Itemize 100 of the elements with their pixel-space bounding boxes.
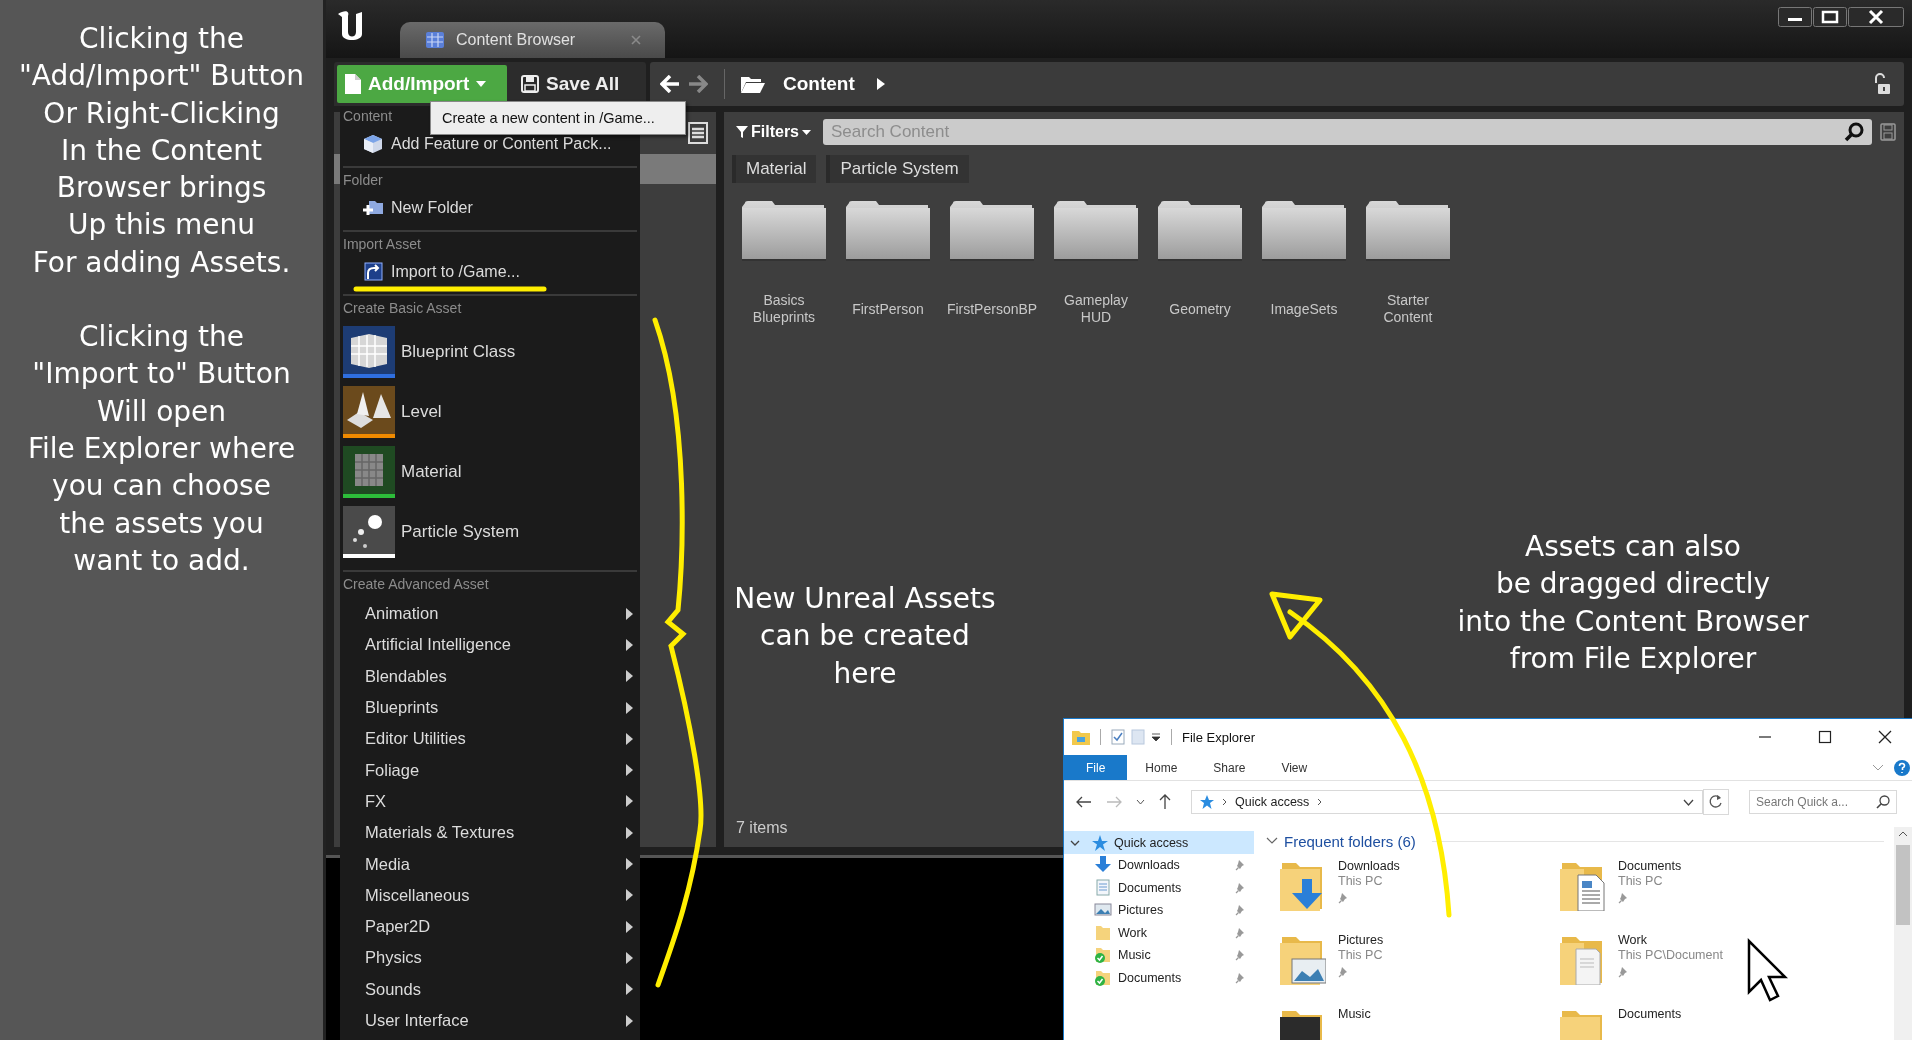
chevron-right-icon: [626, 638, 633, 651]
ribbon-tab[interactable]: Share: [1195, 755, 1264, 780]
scrollbar-thumb[interactable]: [1896, 845, 1910, 925]
filters-button[interactable]: Filters: [732, 123, 815, 141]
menu-item[interactable]: Blueprint Class: [343, 322, 637, 382]
nav-item[interactable]: Documents: [1064, 876, 1254, 899]
nav-item[interactable]: Quick access: [1064, 831, 1254, 854]
menu-section-header: Create Basic Asset: [343, 299, 462, 318]
menu-item[interactable]: Animation: [343, 598, 637, 630]
search-icon[interactable]: [1876, 795, 1890, 809]
folder-name[interactable]: Pictures: [1338, 933, 1384, 947]
chevron-down-icon[interactable]: [1136, 799, 1145, 805]
properties-icon[interactable]: [1111, 729, 1125, 745]
menu-item[interactable]: Materials & Textures: [343, 817, 637, 849]
nav-item[interactable]: Music: [1064, 944, 1254, 967]
folder-name[interactable]: Music: [1338, 1007, 1371, 1021]
menu-item[interactable]: Miscellaneous: [343, 879, 637, 911]
folder-name: Starter Content: [1383, 291, 1433, 327]
chevron-right-icon: [626, 858, 633, 870]
search-field[interactable]: Search Quick a...: [1749, 790, 1897, 814]
menu-section-header: Content: [343, 107, 393, 126]
chevron-right-icon[interactable]: [876, 78, 885, 90]
chevron-down-icon[interactable]: [1872, 763, 1884, 772]
download-icon: [1094, 856, 1112, 875]
menu-item[interactable]: Level: [343, 382, 637, 442]
save-all-button[interactable]: Save All: [515, 65, 626, 103]
chevron-right-icon: [626, 920, 633, 933]
menu-item[interactable]: Media: [343, 848, 637, 880]
breadcrumb[interactable]: Content: [783, 73, 855, 95]
menu-item[interactable]: Sounds: [343, 973, 637, 1005]
star-icon: [1092, 834, 1108, 851]
menu-item[interactable]: Editor Utilities: [343, 723, 637, 755]
folder-icon[interactable]: [1262, 201, 1346, 261]
refresh-icon[interactable]: [1703, 789, 1729, 815]
menu-item[interactable]: Paper2D: [343, 910, 637, 943]
menu-item[interactable]: Import to /Game...: [343, 258, 637, 286]
menu-item[interactable]: Foliage: [343, 754, 637, 786]
nav-item[interactable]: Pictures: [1064, 899, 1254, 922]
nav-item[interactable]: Work: [1064, 921, 1254, 944]
menu-item[interactable]: User Interface: [343, 1004, 637, 1037]
save-icon: [521, 75, 539, 93]
annotation-text: Assets can also be dragged directly into the Content Browser from File Explorer: [1457, 529, 1809, 677]
tooltip: Create a new content in /Game...: [430, 101, 686, 135]
filter-tag[interactable]: Material: [732, 155, 817, 183]
help-icon[interactable]: [1894, 759, 1910, 776]
menu-item[interactable]: Material: [343, 442, 637, 502]
maximize-icon[interactable]: [1813, 7, 1847, 27]
blueprint-icon: [343, 326, 395, 374]
folder-name[interactable]: Work: [1618, 933, 1723, 947]
list-view-icon[interactable]: [688, 122, 708, 144]
folder-icon[interactable]: [950, 201, 1034, 261]
folder-name: Gameplay HUD: [1064, 291, 1128, 327]
back-arrow-icon[interactable]: [1076, 796, 1092, 808]
folder-name: FirstPerson: [852, 299, 924, 319]
folder-name[interactable]: Downloads: [1338, 859, 1400, 873]
menu-item[interactable]: Blueprints: [343, 691, 637, 724]
address-bar[interactable]: Quick access: [1191, 790, 1703, 814]
scroll-up-icon[interactable]: [1898, 831, 1908, 837]
search-icon[interactable]: [1844, 122, 1864, 142]
save-icon[interactable]: [1880, 123, 1896, 141]
tab-label: Content Browser: [456, 31, 577, 49]
new-folder-icon: [363, 198, 383, 218]
star-icon: [1200, 795, 1214, 809]
folder-icon[interactable]: [846, 201, 930, 261]
nav-item[interactable]: Downloads: [1064, 854, 1254, 877]
menu-item[interactable]: FX: [343, 785, 637, 818]
menu-item[interactable]: New Folder: [343, 194, 637, 222]
section-heading[interactable]: Frequent folders (6): [1284, 832, 1416, 850]
folder-name: ImageSets: [1270, 299, 1338, 319]
caret-icon[interactable]: [1151, 732, 1161, 742]
menu-item[interactable]: Physics: [343, 942, 637, 974]
folder-name[interactable]: Documents: [1618, 1007, 1682, 1021]
nav-item[interactable]: Documents: [1064, 966, 1254, 989]
lock-icon[interactable]: [1872, 73, 1890, 95]
folder-icon[interactable]: [742, 201, 826, 261]
caret-icon: [476, 81, 487, 87]
menu-item[interactable]: Particle System: [343, 502, 637, 562]
close-icon[interactable]: [1848, 7, 1904, 27]
menu-item[interactable]: Artificial Intelligence: [343, 629, 637, 661]
folder-icon[interactable]: [1158, 201, 1242, 261]
ribbon-tab[interactable]: View: [1263, 755, 1326, 780]
level-icon: [343, 386, 395, 434]
up-arrow-icon[interactable]: [1159, 794, 1171, 810]
filter-tag[interactable]: Particle System: [826, 155, 969, 183]
ribbon-tab[interactable]: File: [1064, 755, 1128, 780]
folder-icon[interactable]: [1054, 201, 1138, 261]
item-count: 7 items: [735, 819, 789, 837]
tab[interactable]: Content Browser: [400, 22, 665, 58]
forward-arrow-icon[interactable]: [688, 75, 708, 93]
maximize-icon[interactable]: [1818, 730, 1832, 744]
folder-name[interactable]: Documents: [1618, 859, 1682, 873]
folder-icon: [741, 75, 765, 93]
minimize-icon[interactable]: [1778, 7, 1812, 27]
ribbon-tab[interactable]: Home: [1127, 755, 1196, 780]
menu-item[interactable]: Blendables: [343, 660, 637, 692]
folder-icon[interactable]: [1366, 201, 1450, 261]
chevron-right-icon: [1222, 798, 1227, 806]
close-icon[interactable]: [1878, 730, 1892, 744]
grid-icon: [426, 32, 444, 48]
search-field[interactable]: Search Content: [823, 119, 1872, 145]
